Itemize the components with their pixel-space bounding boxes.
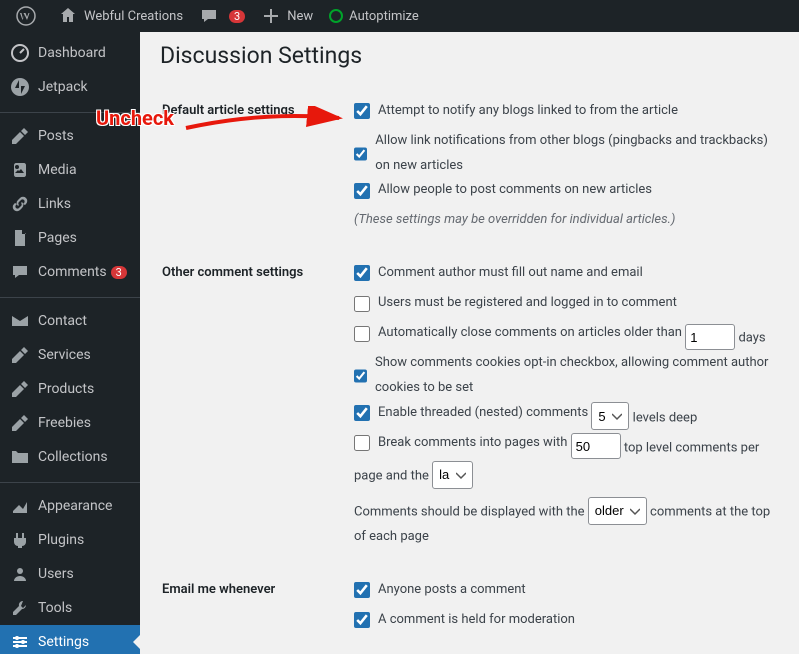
menu-media[interactable]: Media (0, 153, 140, 187)
label-pingback[interactable]: Allow link notifications from other blog… (354, 129, 777, 178)
input-per-page[interactable] (571, 433, 621, 459)
autoptimize-icon (329, 9, 343, 23)
menu-plugins[interactable]: Plugins (0, 523, 140, 557)
checkbox-require-login[interactable] (354, 296, 370, 312)
autoptimize-link[interactable]: Autoptimize (321, 0, 427, 32)
label-anyone-posts[interactable]: Anyone posts a comment (354, 578, 526, 603)
menu-appearance[interactable]: Appearance (0, 489, 140, 523)
checkbox-pingback[interactable] (354, 146, 367, 162)
wp-logo[interactable] (8, 0, 50, 32)
checkbox-cookies[interactable] (354, 368, 367, 384)
select-comment-order[interactable]: older (588, 497, 647, 525)
section-other-comment: Other comment settings (162, 251, 352, 566)
site-link[interactable]: Webful Creations (50, 0, 191, 32)
checkbox-threaded[interactable] (354, 405, 370, 421)
menu-links[interactable]: Links (0, 187, 140, 221)
select-last-page[interactable]: la (432, 461, 473, 489)
menu-products[interactable]: Products (0, 372, 140, 406)
menu-services[interactable]: Services (0, 338, 140, 372)
comments-count: 3 (229, 10, 245, 23)
autoptimize-label: Autoptimize (349, 9, 419, 24)
admin-sidebar: Dashboard Jetpack Posts Media Links Page… (0, 32, 140, 654)
section-default-article: Default article settings (162, 89, 352, 249)
label-require-name[interactable]: Comment author must fill out name and em… (354, 261, 643, 286)
menu-jetpack[interactable]: Jetpack (0, 70, 140, 104)
menu-dashboard[interactable]: Dashboard (0, 36, 140, 70)
menu-contact[interactable]: Contact (0, 304, 140, 338)
input-close-old-days[interactable] (685, 324, 735, 350)
checkbox-held-mod[interactable] (354, 612, 370, 628)
menu-users[interactable]: Users (0, 557, 140, 591)
new-label: New (287, 9, 313, 24)
label-allow-comments[interactable]: Allow people to post comments on new art… (354, 178, 652, 203)
label-notify[interactable]: Attempt to notify any blogs linked to fr… (354, 99, 678, 124)
checkbox-anyone-posts[interactable] (354, 582, 370, 598)
page-title: Discussion Settings (160, 42, 779, 69)
checkbox-break-pages[interactable] (354, 435, 370, 451)
label-held-mod[interactable]: A comment is held for moderation (354, 608, 575, 633)
section-email-me: Email me whenever (162, 568, 352, 654)
menu-freebies[interactable]: Freebies (0, 406, 140, 440)
checkbox-require-name[interactable] (354, 265, 370, 281)
new-content[interactable]: New (253, 0, 321, 32)
site-title: Webful Creations (84, 9, 183, 24)
comments-link[interactable]: 3 (191, 0, 253, 32)
comments-badge: 3 (111, 266, 127, 279)
checkbox-close-old[interactable] (354, 326, 370, 342)
label-close-old[interactable]: Automatically close comments on articles… (354, 321, 682, 346)
menu-pages[interactable]: Pages (0, 221, 140, 255)
admin-toolbar: Webful Creations 3 New Autoptimize (0, 0, 799, 32)
main-content: Discussion Settings Default article sett… (140, 32, 799, 654)
menu-collections[interactable]: Collections (0, 440, 140, 474)
default-article-note: (These settings may be overridden for in… (354, 212, 675, 227)
label-threaded[interactable]: Enable threaded (nested) comments (354, 401, 588, 426)
label-break-pages[interactable]: Break comments into pages with (354, 431, 567, 456)
menu-settings[interactable]: Settings (0, 625, 140, 654)
select-threaded-depth[interactable]: 5 (591, 402, 629, 430)
menu-posts[interactable]: Posts (0, 119, 140, 153)
menu-tools[interactable]: Tools (0, 591, 140, 625)
label-cookies[interactable]: Show comments cookies opt-in checkbox, a… (354, 351, 777, 400)
label-require-login[interactable]: Users must be registered and logged in t… (354, 291, 677, 316)
checkbox-notify[interactable] (354, 103, 370, 119)
menu-comments[interactable]: Comments3 (0, 255, 140, 289)
checkbox-allow-comments[interactable] (354, 183, 370, 199)
